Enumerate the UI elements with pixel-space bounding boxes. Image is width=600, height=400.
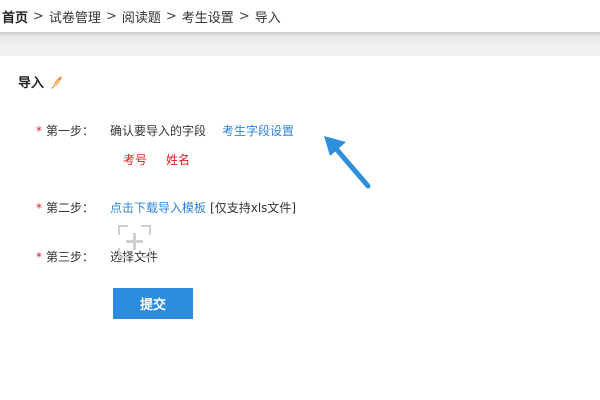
breadcrumb: 首页 > 试卷管理 > 阅读题 > 考生设置 > 导入 [0,0,600,32]
breadcrumb-separator: > [105,8,117,24]
breadcrumb-separator: > [165,8,177,24]
submit-button[interactable]: 提交 [113,288,193,319]
step-3-label: 第三步： [46,250,95,264]
header-divider-band [0,32,600,56]
step-1-label: 第一步： [46,124,95,138]
breadcrumb-separator: > [238,8,250,24]
required-mark: * [36,123,42,138]
step-2-row: * 第二步： 点击下载导入模板 [仅支持xls文件] [36,199,296,216]
download-template-link[interactable]: 点击下载导入模板 [110,199,206,216]
step-1-text: 确认要导入的字段 [110,124,207,138]
breadcrumb-separator: > [33,8,44,24]
breadcrumb-home[interactable]: 首页 [2,7,28,26]
import-panel: 导入 * 第一步： 确认要导入的字段 考生字段设置 考号 姓名 * 第二步： 点… [0,56,600,400]
step-2-label: 第二步： [46,201,95,215]
file-upload-button[interactable] [118,225,151,258]
candidate-field-settings-link[interactable]: 考生字段设置 [222,122,294,139]
breadcrumb-import: 导入 [254,10,281,26]
section-title-text: 导入 [18,76,45,91]
breadcrumb-exam-management[interactable]: 试卷管理 [49,7,101,26]
step-1-row: * 第一步： 确认要导入的字段 考生字段设置 [36,122,294,139]
xls-only-note: [仅支持xls文件] [210,201,297,215]
field-tag-exam-number: 考号 [123,153,148,167]
add-file-icon [118,225,151,258]
breadcrumb-reading-questions[interactable]: 阅读题 [122,7,161,26]
section-title: 导入 [18,72,64,91]
breadcrumb-candidate-settings[interactable]: 考生设置 [182,7,234,26]
annotation-arrow-icon [324,136,371,189]
required-mark: * [36,200,42,215]
feather-icon [50,75,64,89]
required-mark: * [36,249,42,264]
field-tag-name: 姓名 [166,153,191,167]
